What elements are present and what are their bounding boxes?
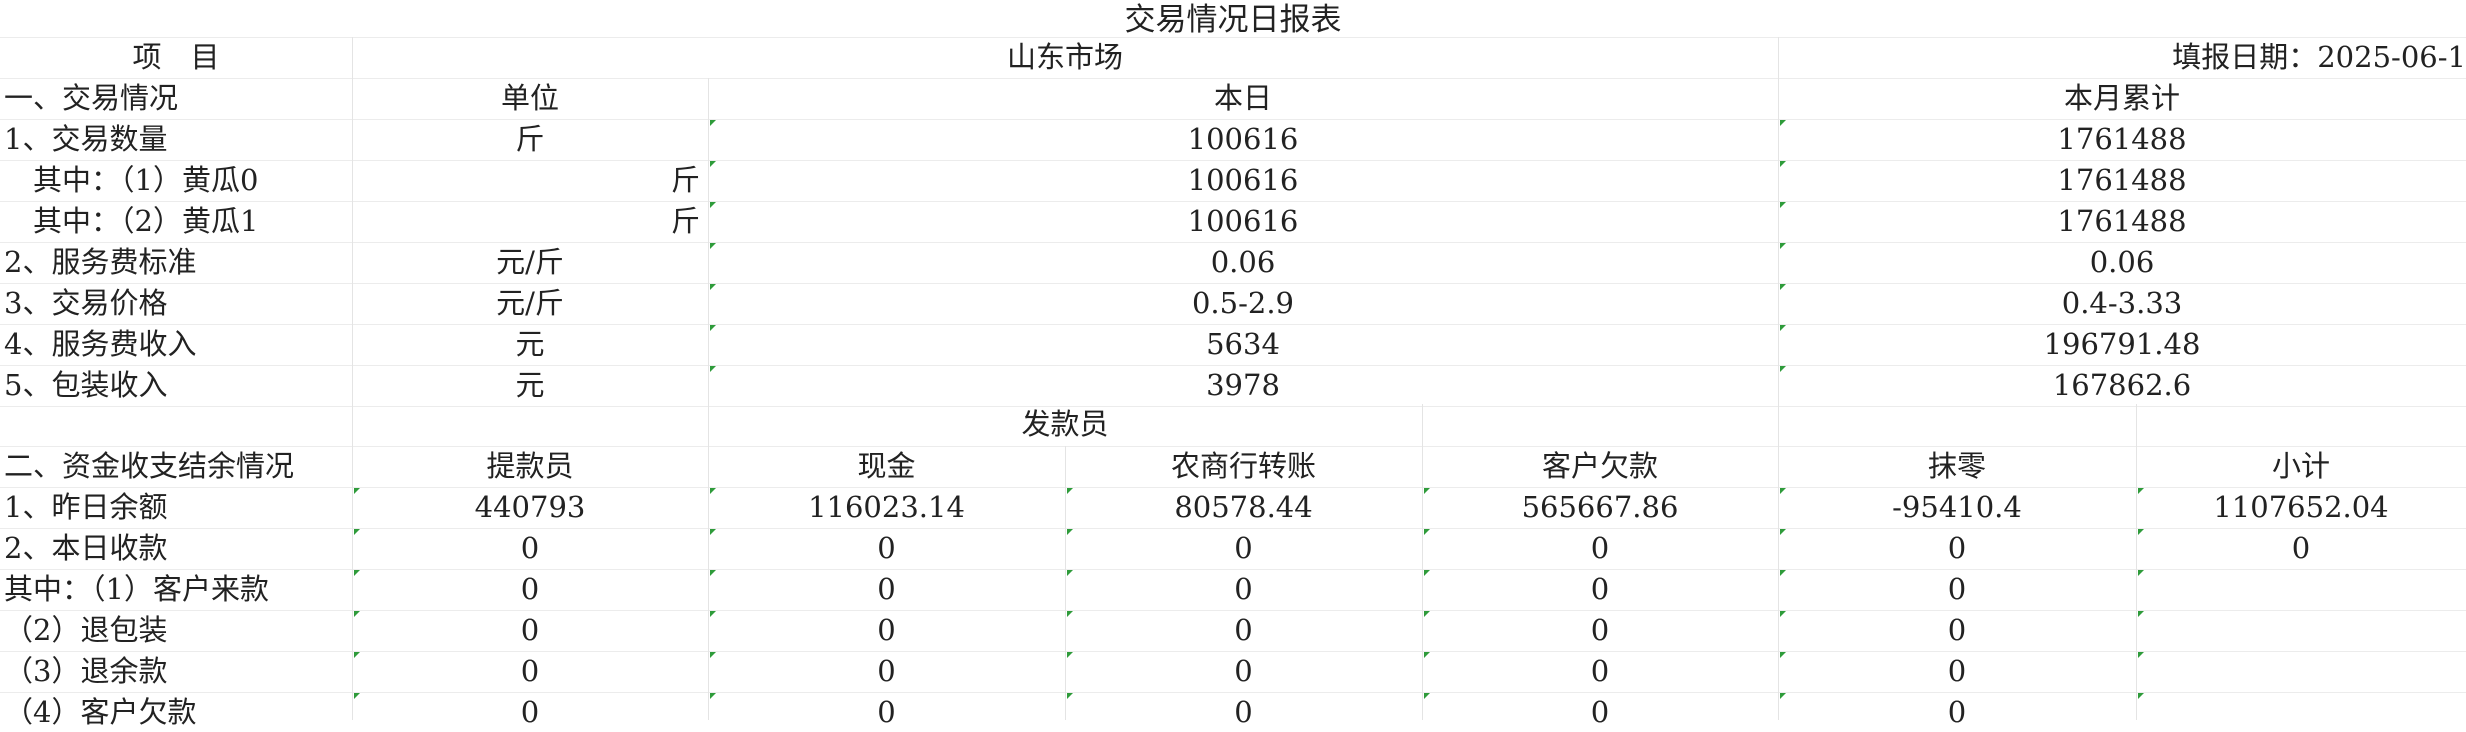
customer-debt-value[interactable]: 0 [1422, 528, 1778, 568]
item-header[interactable]: 项 目 [0, 37, 352, 77]
today-value[interactable]: 0.5-2.9 [708, 283, 1778, 323]
row-label[interactable]: 3、交易价格 [0, 283, 352, 323]
today-header[interactable]: 本日 [708, 78, 1778, 118]
unit-header[interactable]: 单位 [352, 78, 708, 118]
month-value[interactable]: 196791.48 [1778, 324, 2466, 364]
customer-debt-value[interactable]: 565667.86 [1422, 487, 1778, 527]
month-value[interactable]: 1761488 [1778, 160, 2466, 200]
unit-cell[interactable]: 斤 [352, 201, 708, 241]
today-value[interactable]: 0.06 [708, 242, 1778, 282]
withdraw-value[interactable]: 0 [352, 692, 708, 732]
rounding-value[interactable]: 0 [1778, 651, 2136, 691]
month-value[interactable]: 1761488 [1778, 119, 2466, 159]
today-value[interactable]: 5634 [708, 324, 1778, 364]
unit-cell[interactable]: 斤 [352, 160, 708, 200]
cash-value[interactable]: 0 [708, 610, 1065, 650]
customer-debt-value[interactable]: 0 [1422, 651, 1778, 691]
payer-header[interactable]: 发款员 [708, 404, 1422, 444]
row-label[interactable]: 1、交易数量 [0, 119, 352, 159]
subtotal-value[interactable] [2136, 610, 2466, 650]
today-value[interactable]: 100616 [708, 160, 1778, 200]
unit-cell[interactable]: 元/斤 [352, 283, 708, 323]
today-value[interactable]: 3978 [708, 365, 1778, 405]
unit-cell[interactable]: 元 [352, 324, 708, 364]
subtotal-value[interactable]: 0 [2136, 528, 2466, 568]
today-value[interactable]: 100616 [708, 119, 1778, 159]
customer-debt-value[interactable]: 0 [1422, 610, 1778, 650]
month-value[interactable]: 0.4-3.33 [1778, 283, 2466, 323]
month-value[interactable]: 167862.6 [1778, 365, 2466, 405]
withdraw-value[interactable]: 0 [352, 528, 708, 568]
bank-transfer-value[interactable]: 80578.44 [1065, 487, 1422, 527]
row-label[interactable]: 其中：（1）黄瓜0 [0, 160, 352, 200]
bank-transfer-header[interactable]: 农商行转账 [1065, 446, 1422, 486]
month-header[interactable]: 本月累计 [1778, 78, 2466, 118]
market-name[interactable]: 山东市场 [352, 37, 1778, 77]
subtotal-value[interactable] [2136, 651, 2466, 691]
fill-date[interactable]: 填报日期：2025-06-1 [1778, 37, 2466, 77]
cash-header[interactable]: 现金 [708, 446, 1065, 486]
row-label[interactable]: （3）退余款 [0, 651, 352, 691]
bank-transfer-value[interactable]: 0 [1065, 569, 1422, 609]
cash-value[interactable]: 0 [708, 569, 1065, 609]
sheet-title: 交易情况日报表 [1124, 2, 1342, 38]
rounding-value[interactable]: 0 [1778, 692, 2136, 732]
cash-value[interactable]: 0 [708, 692, 1065, 732]
row-label[interactable]: 2、服务费标准 [0, 242, 352, 282]
unit-cell[interactable]: 斤 [352, 119, 708, 159]
cash-value[interactable]: 116023.14 [708, 487, 1065, 527]
bank-transfer-value[interactable]: 0 [1065, 610, 1422, 650]
bank-transfer-value[interactable]: 0 [1065, 651, 1422, 691]
unit-cell[interactable]: 元/斤 [352, 242, 708, 282]
rounding-value[interactable]: 0 [1778, 528, 2136, 568]
row-label[interactable]: 4、服务费收入 [0, 324, 352, 364]
cash-value[interactable]: 0 [708, 528, 1065, 568]
customer-debt-value[interactable]: 0 [1422, 692, 1778, 732]
rounding-value[interactable]: -95410.4 [1778, 487, 2136, 527]
rounding-value[interactable]: 0 [1778, 610, 2136, 650]
month-value[interactable]: 1761488 [1778, 201, 2466, 241]
bank-transfer-value[interactable]: 0 [1065, 692, 1422, 732]
rounding-value[interactable]: 0 [1778, 569, 2136, 609]
section1-label[interactable]: 一、交易情况 [0, 78, 352, 118]
withdraw-value[interactable]: 440793 [352, 487, 708, 527]
row-label[interactable]: 2、本日收款 [0, 528, 352, 568]
month-value[interactable]: 0.06 [1778, 242, 2466, 282]
withdraw-value[interactable]: 0 [352, 651, 708, 691]
subtotal-value[interactable]: 1107652.04 [2136, 487, 2466, 527]
bank-transfer-value[interactable]: 0 [1065, 528, 1422, 568]
row-label[interactable]: 其中：（2）黄瓜1 [0, 201, 352, 241]
subtotal-value[interactable] [2136, 692, 2466, 732]
customer-debt-value[interactable]: 0 [1422, 569, 1778, 609]
today-value[interactable]: 100616 [708, 201, 1778, 241]
row-label[interactable]: （2）退包装 [0, 610, 352, 650]
row-label[interactable]: （4）客户欠款 [0, 692, 352, 732]
row-label[interactable]: 5、包装收入 [0, 365, 352, 405]
subtotal-value[interactable] [2136, 569, 2466, 609]
row-label[interactable]: 1、昨日余额 [0, 487, 352, 527]
row-label[interactable]: 其中：（1）客户来款 [0, 569, 352, 609]
withdraw-value[interactable]: 0 [352, 610, 708, 650]
unit-cell[interactable]: 元 [352, 365, 708, 405]
cash-value[interactable]: 0 [708, 651, 1065, 691]
withdraw-value[interactable]: 0 [352, 569, 708, 609]
